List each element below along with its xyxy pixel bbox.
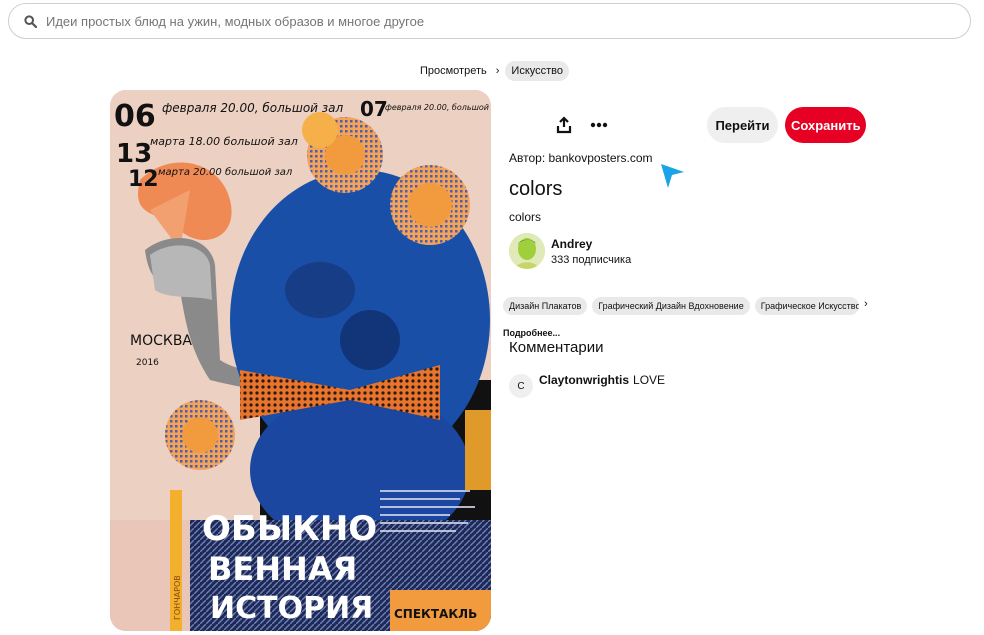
pin-image[interactable]: 06 февраля 20.00, большой зал 07 февраля… bbox=[110, 90, 491, 631]
poster-line1-right: февраля 20.00, большой зал bbox=[385, 103, 491, 112]
search-bar[interactable] bbox=[8, 3, 971, 39]
poster-date-13: 13 bbox=[116, 139, 152, 169]
search-input[interactable] bbox=[44, 12, 924, 30]
poster-title-1: ОБЫКНО bbox=[202, 509, 377, 549]
tag-chip[interactable]: Графическое Искусство bbox=[754, 297, 859, 315]
breadcrumb-item-art[interactable]: Искусство bbox=[505, 61, 570, 81]
creator-card[interactable]: Andrey 333 подписчика bbox=[509, 233, 631, 269]
poster-artwork: 06 февраля 20.00, большой зал 07 февраля… bbox=[110, 90, 491, 631]
chevron-right-icon[interactable]: › bbox=[864, 298, 868, 310]
more-link[interactable]: Подробнее... bbox=[503, 328, 560, 338]
pin-title: colors bbox=[509, 178, 563, 200]
poster-title-2: ВЕННАЯ bbox=[208, 550, 357, 588]
more-dots-icon[interactable] bbox=[582, 108, 616, 142]
poster-year: 2016 bbox=[136, 358, 159, 368]
tag-chip[interactable]: Дизайн Плакатов bbox=[503, 297, 588, 315]
share-icon[interactable] bbox=[547, 108, 581, 142]
creator-followers: 333 подписчика bbox=[551, 253, 632, 266]
author-prefix: Автор: bbox=[509, 151, 549, 165]
poster-city: МОСКВА bbox=[130, 333, 192, 349]
pin-description: colors bbox=[509, 210, 542, 224]
comment-avatar[interactable]: C bbox=[509, 374, 533, 398]
author-source-link[interactable]: bankovposters.com bbox=[549, 151, 653, 165]
author-line: Автор: bankovposters.com bbox=[509, 151, 653, 165]
poster-side-text: ГОНЧАРОВ bbox=[173, 575, 182, 620]
comment-item: C Claytonwrightis LOVE bbox=[509, 373, 666, 398]
creator-name[interactable]: Andrey bbox=[551, 237, 631, 251]
comment-user[interactable]: Claytonwrightis bbox=[539, 373, 629, 387]
poster-spectacle: СПЕКТАКЛЬ bbox=[394, 607, 477, 621]
poster-date-12: 12 bbox=[128, 167, 159, 192]
go-button[interactable]: Перейти bbox=[707, 107, 778, 143]
comment-text: LOVE bbox=[633, 373, 666, 387]
poster-title-3: ИСТОРИЯ bbox=[210, 591, 373, 626]
tag-chip[interactable]: Графический Дизайн Вдохновение bbox=[592, 297, 750, 315]
comments-title: Комментарии bbox=[509, 339, 604, 356]
save-button[interactable]: Сохранить bbox=[785, 107, 866, 143]
avatar[interactable] bbox=[509, 233, 545, 269]
pin-actions-bar: Перейти Сохранить bbox=[545, 106, 866, 144]
poster-line1: февраля 20.00, большой зал bbox=[162, 101, 344, 115]
poster-line2: марта 18.00 большой зал bbox=[150, 135, 298, 148]
breadcrumb-item-browse[interactable]: Просмотреть bbox=[415, 61, 492, 81]
chevron-right-icon: › bbox=[495, 65, 500, 77]
breadcrumb: Просмотреть › Искусство bbox=[0, 61, 984, 81]
poster-date-07: 07 bbox=[360, 97, 388, 121]
poster-line3: марта 20.00 большой зал bbox=[158, 166, 293, 178]
poster-date-06: 06 bbox=[114, 99, 156, 134]
mouse-cursor-icon bbox=[660, 163, 686, 194]
tag-list: Дизайн Плакатов Графический Дизайн Вдохн… bbox=[503, 296, 873, 316]
search-icon bbox=[22, 13, 38, 29]
